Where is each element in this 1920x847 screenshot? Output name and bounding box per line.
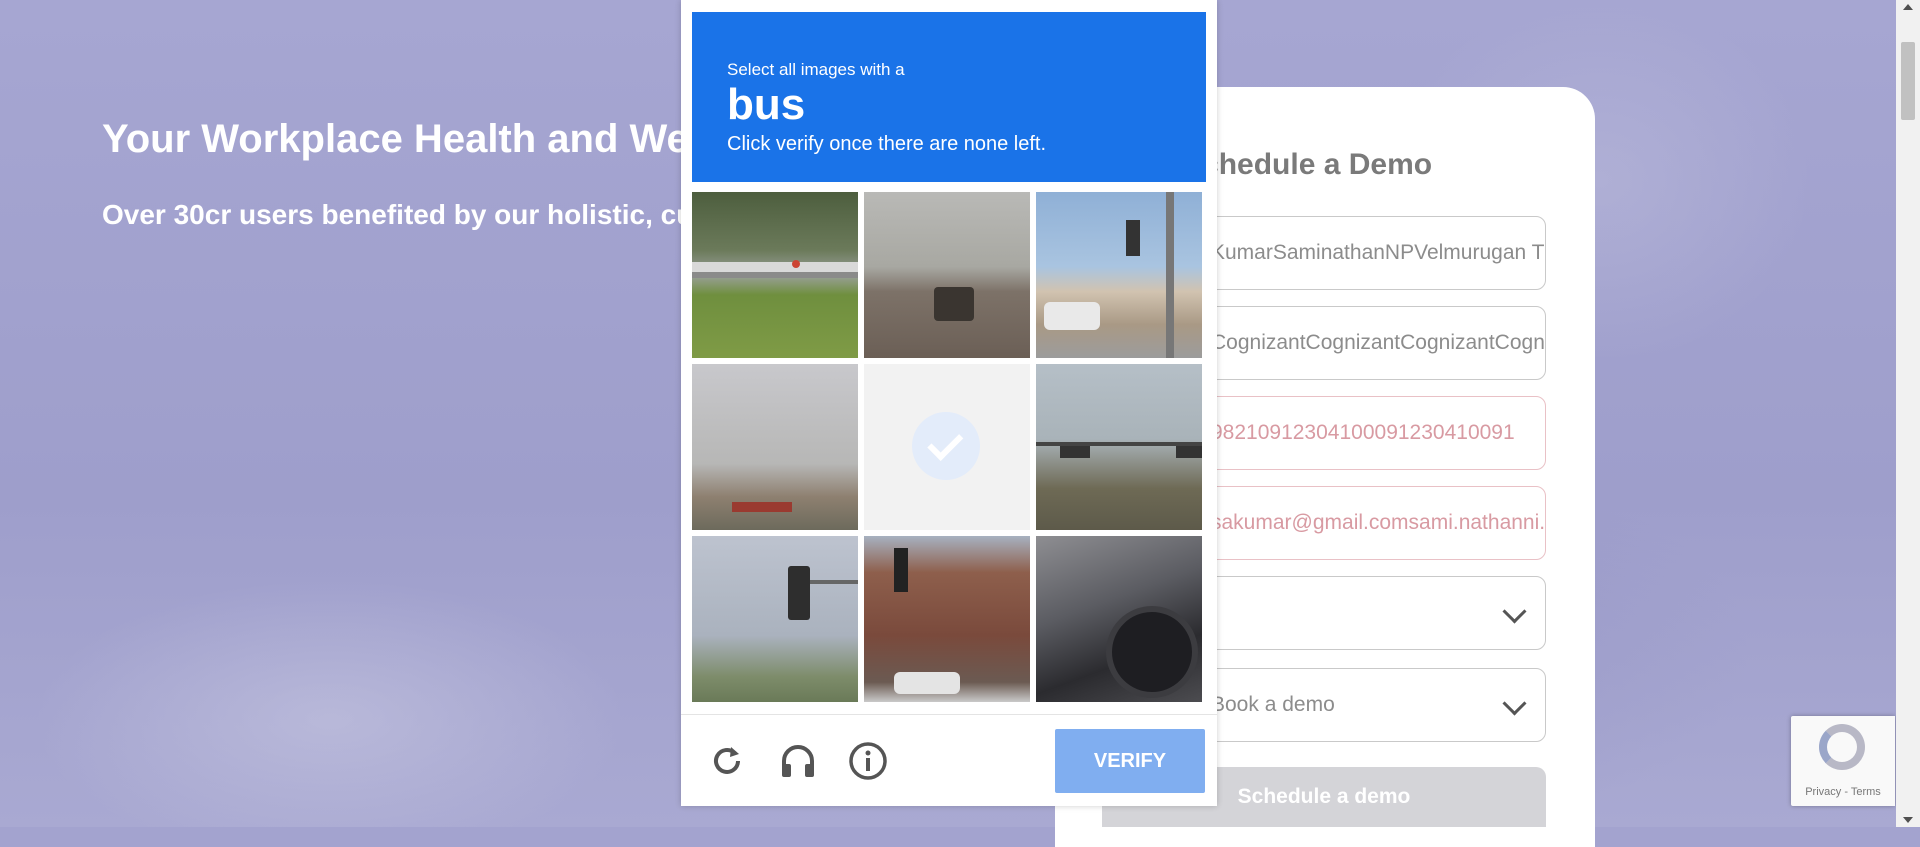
form-title: Schedule a Demo xyxy=(1182,148,1433,181)
hero-title: Your Workplace Health and Wellness Partn… xyxy=(102,117,742,161)
recaptcha-privacy-terms[interactable]: Privacy - Terms xyxy=(1791,786,1895,798)
email-field-value: sakumar@gmail.comsami.nathanni.vas xyxy=(1211,511,1546,534)
captcha-hint: Click verify once there are none left. xyxy=(727,133,1047,155)
captcha-tile-3[interactable] xyxy=(1036,192,1202,358)
chevron-down-icon xyxy=(1502,599,1527,624)
captcha-tile-2[interactable] xyxy=(864,192,1030,358)
recaptcha-logo-icon xyxy=(1819,724,1865,770)
captcha-instruction: Select all images with a xyxy=(727,60,905,79)
phone-field-value: 98210912304100091230410091 xyxy=(1211,421,1515,444)
captcha-footer: VERIFY xyxy=(681,714,1217,807)
recaptcha-badge[interactable]: Privacy - Terms xyxy=(1791,716,1895,806)
captcha-tile-8[interactable] xyxy=(864,536,1030,702)
captcha-header: Select all images with a bus Click verif… xyxy=(692,12,1206,182)
captcha-tile-6[interactable] xyxy=(1036,364,1202,530)
purpose-select-value: Book a demo xyxy=(1211,693,1335,716)
scrollbar-thumb[interactable] xyxy=(1901,42,1915,120)
captcha-tile-5-selected[interactable] xyxy=(864,364,1030,530)
name-field-value: KumarSaminathanNPVelmurugan T xyxy=(1211,241,1545,264)
hero-subtitle: Over 30cr users benefited by our holisti… xyxy=(102,199,682,230)
headphones-icon[interactable] xyxy=(778,741,818,781)
captcha-target: bus xyxy=(727,80,806,129)
captcha-tile-9[interactable] xyxy=(1036,536,1202,702)
reload-icon[interactable] xyxy=(707,741,747,781)
scroll-up-arrow-icon[interactable] xyxy=(1903,4,1913,10)
info-icon[interactable] xyxy=(848,741,888,781)
company-field-value: CognizantCognizantCognizantCognTNXT xyxy=(1211,331,1545,354)
captcha-challenge: Select all images with a bus Click verif… xyxy=(681,0,1217,806)
chevron-down-icon xyxy=(1502,691,1527,716)
verify-button[interactable]: VERIFY xyxy=(1055,729,1205,793)
checkmark-icon xyxy=(912,412,980,480)
hero-section: Your Workplace Health and Wellness Partn… xyxy=(102,112,742,236)
page-scrollbar[interactable] xyxy=(1896,0,1920,827)
captcha-tile-1[interactable] xyxy=(692,192,858,358)
captcha-tile-4[interactable] xyxy=(692,364,858,530)
scroll-down-arrow-icon[interactable] xyxy=(1903,817,1913,823)
captcha-tile-7[interactable] xyxy=(692,536,858,702)
